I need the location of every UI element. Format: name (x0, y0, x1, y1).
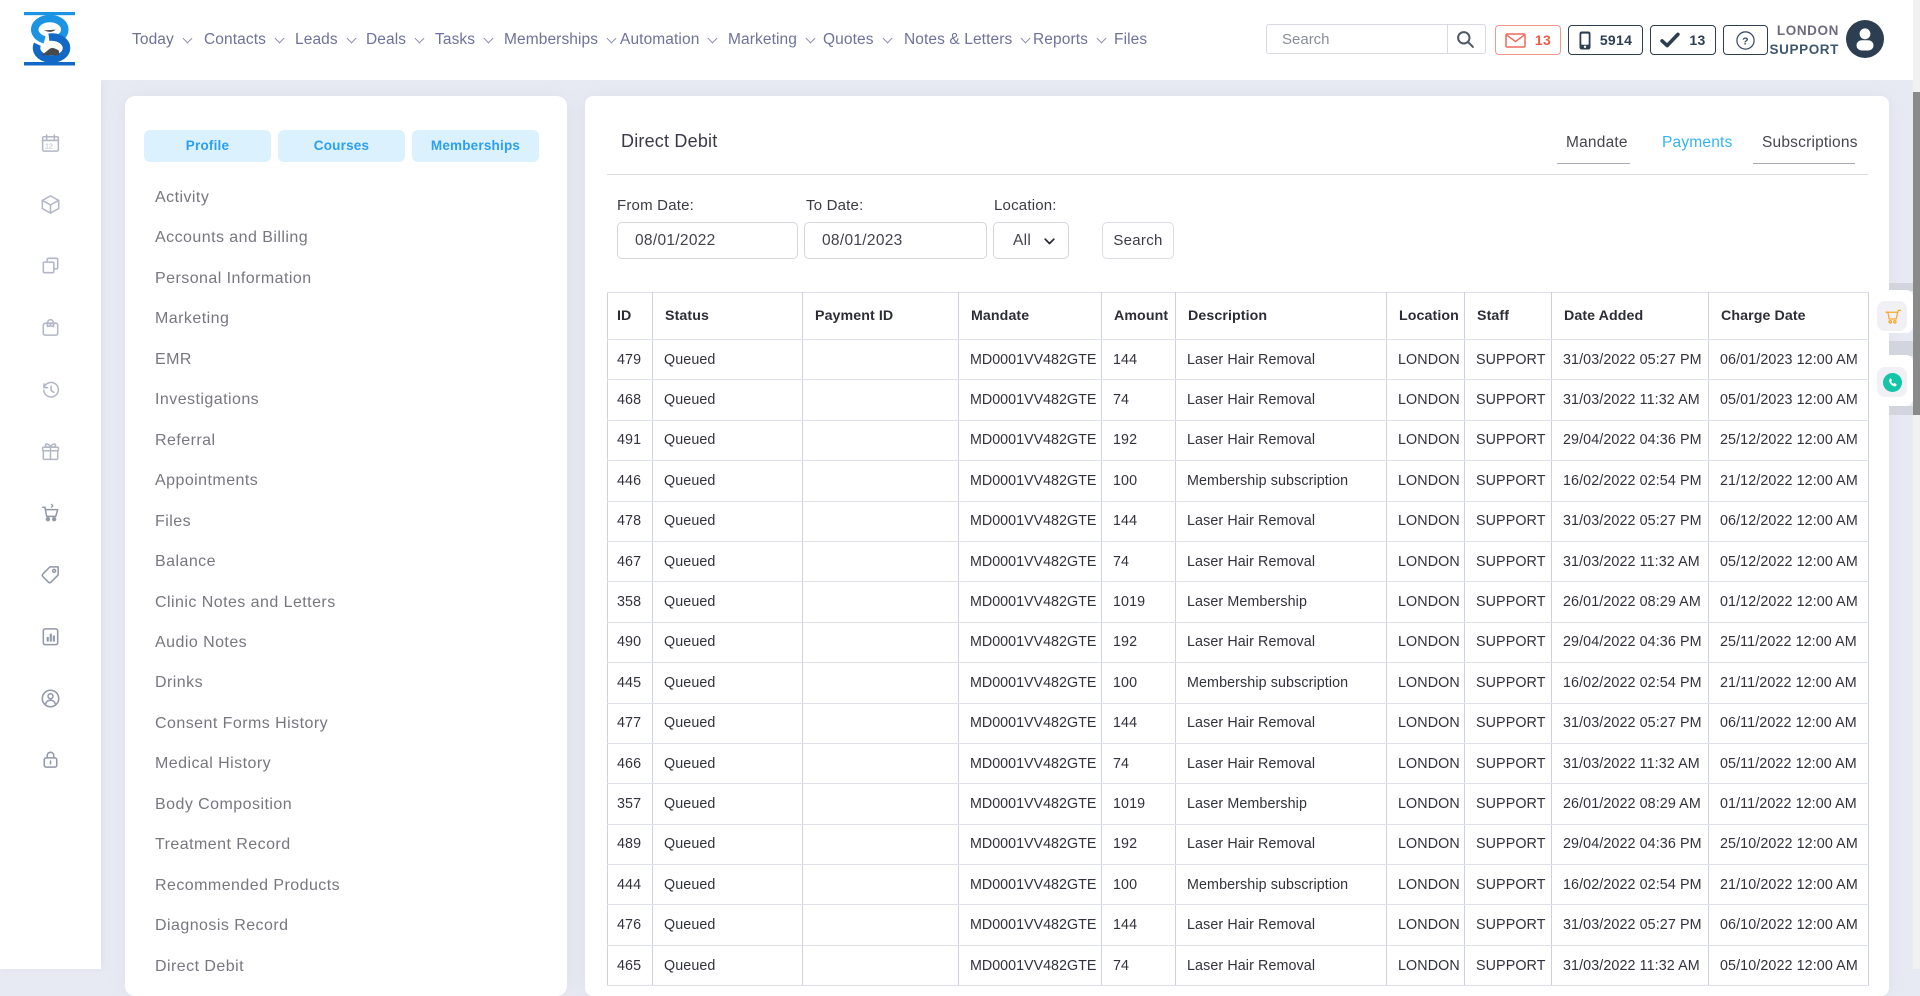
svg-text:?: ? (1742, 35, 1749, 47)
svg-text:12: 12 (45, 142, 53, 150)
